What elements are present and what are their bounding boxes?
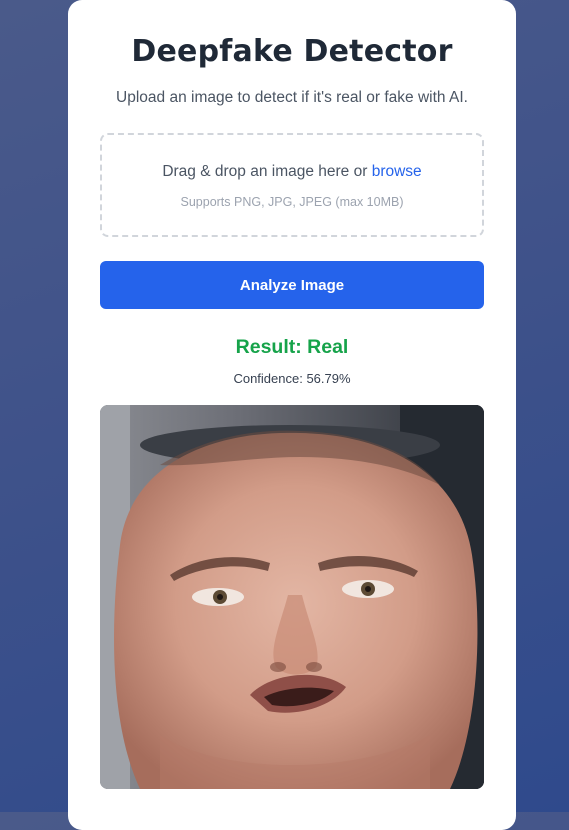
dropzone-hint: Supports PNG, JPG, JPEG (max 10MB) — [180, 195, 404, 209]
face-photo — [100, 405, 484, 789]
image-dropzone[interactable]: Drag & drop an image here or browse Supp… — [100, 133, 484, 237]
confidence-text: Confidence: 56.79% — [233, 371, 351, 386]
browse-link[interactable]: browse — [372, 163, 422, 180]
page-title: Deepfake Detector — [131, 34, 453, 69]
dropzone-instructions: Drag & drop an image here or browse — [102, 163, 482, 181]
uploaded-image-preview — [100, 405, 484, 789]
analyze-image-button[interactable]: Analyze Image — [100, 261, 484, 309]
result-label: Result: Real — [235, 336, 349, 358]
dropzone-text: Drag & drop an image here or — [162, 163, 372, 180]
detector-card: Deepfake Detector Upload an image to det… — [68, 0, 516, 830]
page-subtitle: Upload an image to detect if it's real o… — [116, 89, 468, 106]
